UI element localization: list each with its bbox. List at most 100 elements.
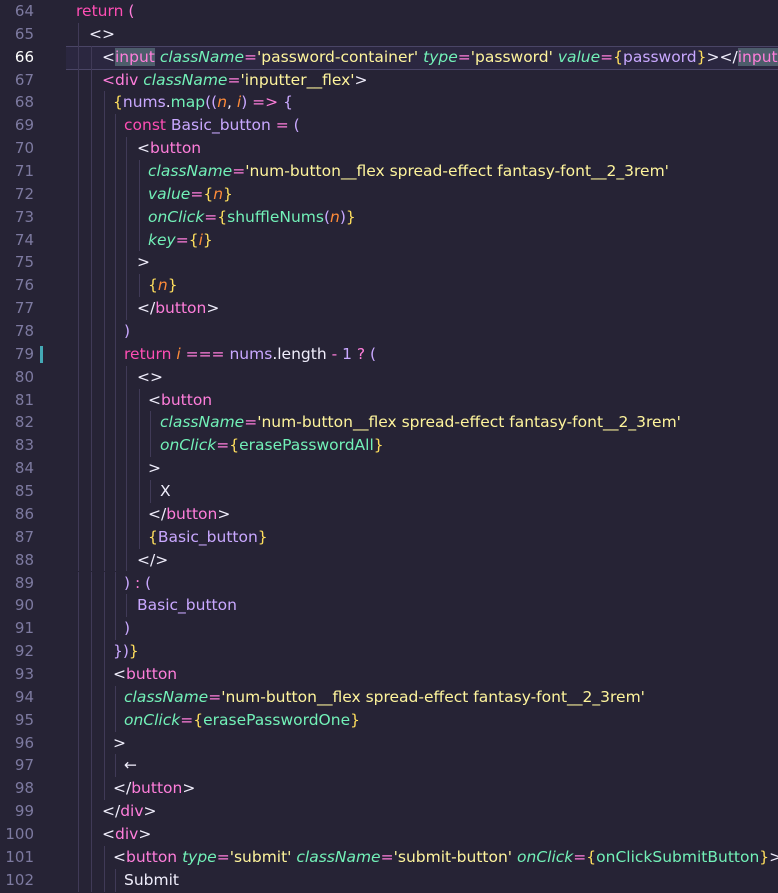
indent-guide bbox=[78, 45, 79, 69]
code-token: ) bbox=[241, 93, 253, 112]
code-line[interactable]: 70 <button bbox=[0, 137, 778, 161]
code-text: </div> bbox=[102, 800, 157, 823]
code-line[interactable]: 67 <div className='inputter__flex'> bbox=[0, 68, 778, 92]
indent-guide bbox=[115, 571, 116, 595]
code-line[interactable]: 76 {n} bbox=[0, 274, 778, 298]
code-line[interactable]: 68 {nums.map((n, i) => { bbox=[0, 91, 778, 115]
code-token: > bbox=[137, 253, 150, 272]
code-line[interactable]: 100 <div> bbox=[0, 822, 778, 846]
indent-guide bbox=[91, 868, 92, 892]
indent-guide bbox=[78, 754, 79, 778]
code-line[interactable]: 96 > bbox=[0, 731, 778, 755]
code-token: = bbox=[208, 687, 222, 706]
code-text: </button> bbox=[148, 503, 230, 526]
code-text: className='num-button__flex spread-effec… bbox=[160, 411, 681, 434]
code-token: { bbox=[586, 847, 597, 866]
indent-guide bbox=[115, 251, 116, 275]
code-text: <> bbox=[137, 366, 163, 389]
code-text: value={n} bbox=[148, 183, 233, 206]
indent-guide bbox=[104, 457, 105, 481]
indent-guide bbox=[104, 845, 105, 869]
indent-guide bbox=[91, 342, 92, 366]
code-text: onClick={erasePasswordAll} bbox=[160, 434, 384, 457]
indent-guide bbox=[104, 274, 105, 298]
code-token: 'submit-button' bbox=[393, 847, 513, 866]
indent-guide bbox=[91, 228, 92, 252]
indent-guide bbox=[78, 731, 79, 755]
code-token: 'password' bbox=[470, 47, 553, 66]
code-line[interactable]: 86 </button> bbox=[0, 502, 778, 526]
code-line[interactable]: 97 ← bbox=[0, 754, 778, 778]
code-line[interactable]: 93 <button bbox=[0, 662, 778, 686]
indent-guide bbox=[139, 502, 140, 526]
indent-guide bbox=[139, 160, 140, 183]
code-line[interactable]: 69 const Basic_button = ( bbox=[0, 114, 778, 138]
code-line[interactable]: 99 </div> bbox=[0, 800, 778, 823]
code-line[interactable]: 64 return ( bbox=[0, 0, 778, 23]
indent-guide bbox=[104, 411, 105, 435]
line-number: 69 bbox=[14, 116, 34, 135]
indent-guide bbox=[91, 91, 92, 115]
indent-guide bbox=[78, 845, 79, 869]
code-token: = bbox=[600, 47, 614, 66]
code-line[interactable]: 87 {Basic_button} bbox=[0, 525, 778, 549]
code-token: key bbox=[148, 230, 176, 249]
indent-guide bbox=[104, 91, 105, 115]
code-line[interactable]: 95 onClick={erasePasswordOne} bbox=[0, 708, 778, 732]
code-line[interactable]: 88 </> bbox=[0, 548, 778, 572]
code-line[interactable]: 71 className='num-button__flex spread-eff… bbox=[0, 160, 778, 183]
code-token: = bbox=[457, 47, 471, 66]
code-line[interactable]: 77 </button> bbox=[0, 297, 778, 321]
code-line[interactable]: 90 Basic_button bbox=[0, 594, 778, 618]
code-line[interactable]: 80 <> bbox=[0, 365, 778, 389]
indent-guide bbox=[91, 800, 92, 823]
indent-guide bbox=[150, 480, 151, 503]
code-token: { bbox=[188, 230, 199, 249]
indent-guide bbox=[91, 297, 92, 321]
code-line[interactable]: 102 Submit bbox=[0, 868, 778, 892]
code-line[interactable]: 91) bbox=[0, 617, 778, 641]
line-number: 81 bbox=[14, 390, 34, 409]
indent-guide bbox=[115, 160, 116, 183]
line-number: 100 bbox=[5, 824, 34, 843]
code-line[interactable]: 75 > bbox=[0, 251, 778, 275]
code-line[interactable]: 89) : ( bbox=[0, 571, 778, 595]
code-text: <input className='password-container' ty… bbox=[102, 46, 778, 69]
code-token: < bbox=[137, 139, 150, 158]
code-line[interactable]: 78) bbox=[0, 320, 778, 343]
code-token: = bbox=[227, 70, 241, 89]
code-line[interactable]: 101 <button type='submit' className='subm… bbox=[0, 845, 778, 869]
indent-guide bbox=[78, 182, 79, 206]
indent-guide bbox=[78, 251, 79, 275]
code-line[interactable]: 65 <> bbox=[0, 22, 778, 46]
code-editor[interactable]: 64 return (65 <> 66 <input className='passwo… bbox=[0, 0, 778, 893]
indent-guide bbox=[91, 571, 92, 595]
line-number: 94 bbox=[14, 687, 34, 706]
code-line[interactable]: 66 <input className='password-container' … bbox=[0, 45, 778, 70]
code-line[interactable]: 92})} bbox=[0, 640, 778, 663]
code-token: shuffleNums bbox=[227, 207, 324, 226]
code-line[interactable]: 84 > bbox=[0, 457, 778, 481]
indent-guide bbox=[139, 434, 140, 458]
modified-line-marker bbox=[40, 345, 43, 363]
indent-guide bbox=[126, 205, 127, 229]
code-line[interactable]: 98 </button> bbox=[0, 777, 778, 801]
code-token: </ bbox=[113, 779, 132, 798]
code-line[interactable]: 79 return i === nums.length - 1 ? ( bbox=[0, 342, 778, 366]
code-line[interactable]: 73 onClick={shuffleNums(n)} bbox=[0, 205, 778, 229]
code-line[interactable]: 72 value={n} bbox=[0, 182, 778, 206]
line-number: 97 bbox=[14, 756, 34, 775]
code-line[interactable]: 85 X bbox=[0, 480, 778, 503]
indent-guide bbox=[104, 662, 105, 686]
code-line[interactable]: 74 key={i} bbox=[0, 228, 778, 252]
code-token: <div bbox=[102, 70, 139, 89]
line-number: 86 bbox=[14, 504, 34, 523]
indent-guide bbox=[91, 845, 92, 869]
code-line[interactable]: 94 className='num-button__flex spread-eff… bbox=[0, 685, 778, 709]
code-line[interactable]: 81 <button bbox=[0, 388, 778, 412]
indent-guide bbox=[104, 160, 105, 183]
code-line[interactable]: 83 onClick={erasePasswordAll} bbox=[0, 434, 778, 458]
line-number: 85 bbox=[14, 482, 34, 501]
line-number: 77 bbox=[14, 299, 34, 318]
code-line[interactable]: 82 className='num-button__flex spread-eff… bbox=[0, 411, 778, 435]
